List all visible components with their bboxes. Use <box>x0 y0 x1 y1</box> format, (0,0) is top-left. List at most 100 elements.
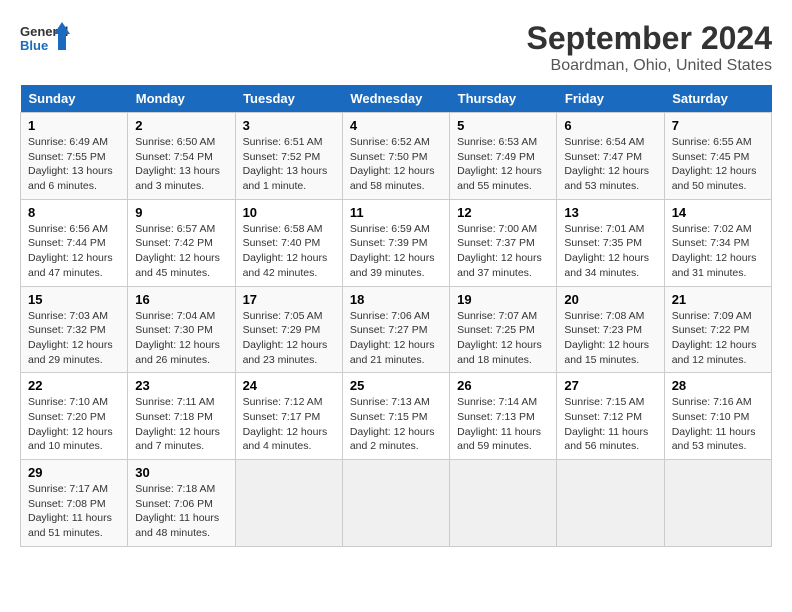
calendar-cell <box>235 460 342 547</box>
day-number: 23 <box>135 378 227 393</box>
calendar-cell: 18Sunrise: 7:06 AM Sunset: 7:27 PM Dayli… <box>342 286 449 373</box>
calendar-cell: 22 Sunrise: 7:10 AM Sunset: 7:20 PM Dayli… <box>21 373 128 460</box>
calendar-cell: 25Sunrise: 7:13 AM Sunset: 7:15 PM Dayli… <box>342 373 449 460</box>
calendar-cell: 4 Sunrise: 6:52 AM Sunset: 7:50 PM Daylig… <box>342 113 449 200</box>
calendar-cell: 8 Sunrise: 6:56 AM Sunset: 7:44 PM Daylig… <box>21 199 128 286</box>
calendar-cell: 16 Sunrise: 7:04 AM Sunset: 7:30 PM Dayli… <box>128 286 235 373</box>
day-info: Sunrise: 7:04 AM Sunset: 7:30 PM Dayligh… <box>135 309 227 368</box>
title-section: September 2024 Boardman, Ohio, United St… <box>527 20 772 75</box>
day-number: 26 <box>457 378 549 393</box>
day-info: Sunrise: 6:56 AM Sunset: 7:44 PM Dayligh… <box>28 222 120 281</box>
day-info: Sunrise: 7:16 AM Sunset: 7:10 PM Dayligh… <box>672 395 764 454</box>
day-info: Sunrise: 6:57 AM Sunset: 7:42 PM Dayligh… <box>135 222 227 281</box>
day-info: Sunrise: 7:06 AM Sunset: 7:27 PM Dayligh… <box>350 309 442 368</box>
day-number: 9 <box>135 205 227 220</box>
day-number: 2 <box>135 118 227 133</box>
header-day-sunday: Sunday <box>21 85 128 113</box>
day-info: Sunrise: 7:11 AM Sunset: 7:18 PM Dayligh… <box>135 395 227 454</box>
calendar-cell: 7 Sunrise: 6:55 AM Sunset: 7:45 PM Daylig… <box>664 113 771 200</box>
day-number: 14 <box>672 205 764 220</box>
calendar-cell: 17Sunrise: 7:05 AM Sunset: 7:29 PM Dayli… <box>235 286 342 373</box>
day-number: 3 <box>243 118 335 133</box>
calendar-cell: 2 Sunrise: 6:50 AM Sunset: 7:54 PM Daylig… <box>128 113 235 200</box>
header-day-tuesday: Tuesday <box>235 85 342 113</box>
day-number: 7 <box>672 118 764 133</box>
day-number: 28 <box>672 378 764 393</box>
calendar-cell: 19 Sunrise: 7:07 AM Sunset: 7:25 PM Dayli… <box>450 286 557 373</box>
day-info: Sunrise: 7:00 AM Sunset: 7:37 PM Dayligh… <box>457 222 549 281</box>
day-number: 4 <box>350 118 442 133</box>
day-number: 13 <box>564 205 656 220</box>
header-day-monday: Monday <box>128 85 235 113</box>
day-info: Sunrise: 7:14 AM Sunset: 7:13 PM Dayligh… <box>457 395 549 454</box>
day-info: Sunrise: 7:09 AM Sunset: 7:22 PM Dayligh… <box>672 309 764 368</box>
svg-text:Blue: Blue <box>20 38 48 53</box>
calendar-cell: 13 Sunrise: 7:01 AM Sunset: 7:35 PM Dayli… <box>557 199 664 286</box>
header-day-saturday: Saturday <box>664 85 771 113</box>
week-row-4: 22 Sunrise: 7:10 AM Sunset: 7:20 PM Dayli… <box>21 373 772 460</box>
calendar-cell: 26 Sunrise: 7:14 AM Sunset: 7:13 PM Dayli… <box>450 373 557 460</box>
day-info: Sunrise: 7:08 AM Sunset: 7:23 PM Dayligh… <box>564 309 656 368</box>
day-number: 20 <box>564 292 656 307</box>
calendar-cell: 10Sunrise: 6:58 AM Sunset: 7:40 PM Dayli… <box>235 199 342 286</box>
day-info: Sunrise: 6:55 AM Sunset: 7:45 PM Dayligh… <box>672 135 764 194</box>
calendar-cell: 30Sunrise: 7:18 AM Sunset: 7:06 PM Dayli… <box>128 460 235 547</box>
calendar-cell: 28 Sunrise: 7:16 AM Sunset: 7:10 PM Dayli… <box>664 373 771 460</box>
day-number: 30 <box>135 465 227 480</box>
subtitle: Boardman, Ohio, United States <box>527 57 772 75</box>
week-row-1: 1 Sunrise: 6:49 AM Sunset: 7:55 PM Daylig… <box>21 113 772 200</box>
day-number: 22 <box>28 378 120 393</box>
calendar-cell: 29 Sunrise: 7:17 AM Sunset: 7:08 PM Dayli… <box>21 460 128 547</box>
calendar-cell: 27 Sunrise: 7:15 AM Sunset: 7:12 PM Dayli… <box>557 373 664 460</box>
day-info: Sunrise: 6:51 AM Sunset: 7:52 PM Dayligh… <box>243 135 335 194</box>
day-number: 5 <box>457 118 549 133</box>
calendar-cell: 3 Sunrise: 6:51 AM Sunset: 7:52 PM Daylig… <box>235 113 342 200</box>
day-info: Sunrise: 6:58 AM Sunset: 7:40 PM Dayligh… <box>243 222 335 281</box>
calendar-cell: 12 Sunrise: 7:00 AM Sunset: 7:37 PM Dayli… <box>450 199 557 286</box>
calendar-table: SundayMondayTuesdayWednesdayThursdayFrid… <box>20 85 772 547</box>
week-row-2: 8 Sunrise: 6:56 AM Sunset: 7:44 PM Daylig… <box>21 199 772 286</box>
day-number: 11 <box>350 205 442 220</box>
day-number: 1 <box>28 118 120 133</box>
calendar-cell: 5 Sunrise: 6:53 AM Sunset: 7:49 PM Daylig… <box>450 113 557 200</box>
day-info: Sunrise: 6:49 AM Sunset: 7:55 PM Dayligh… <box>28 135 120 194</box>
day-info: Sunrise: 7:10 AM Sunset: 7:20 PM Dayligh… <box>28 395 120 454</box>
calendar-cell: 6Sunrise: 6:54 AM Sunset: 7:47 PM Daylig… <box>557 113 664 200</box>
day-info: Sunrise: 7:12 AM Sunset: 7:17 PM Dayligh… <box>243 395 335 454</box>
header-day-friday: Friday <box>557 85 664 113</box>
day-number: 29 <box>28 465 120 480</box>
calendar-cell: 15 Sunrise: 7:03 AM Sunset: 7:32 PM Dayli… <box>21 286 128 373</box>
day-info: Sunrise: 7:13 AM Sunset: 7:15 PM Dayligh… <box>350 395 442 454</box>
day-number: 15 <box>28 292 120 307</box>
day-info: Sunrise: 7:03 AM Sunset: 7:32 PM Dayligh… <box>28 309 120 368</box>
logo: General Blue <box>20 20 70 65</box>
day-number: 19 <box>457 292 549 307</box>
day-info: Sunrise: 7:01 AM Sunset: 7:35 PM Dayligh… <box>564 222 656 281</box>
day-number: 12 <box>457 205 549 220</box>
day-number: 24 <box>243 378 335 393</box>
day-info: Sunrise: 7:15 AM Sunset: 7:12 PM Dayligh… <box>564 395 656 454</box>
day-number: 27 <box>564 378 656 393</box>
day-info: Sunrise: 6:50 AM Sunset: 7:54 PM Dayligh… <box>135 135 227 194</box>
header: General Blue September 2024 Boardman, Oh… <box>20 20 772 75</box>
calendar-cell: 24 Sunrise: 7:12 AM Sunset: 7:17 PM Dayli… <box>235 373 342 460</box>
calendar-cell <box>557 460 664 547</box>
day-number: 16 <box>135 292 227 307</box>
day-number: 8 <box>28 205 120 220</box>
day-info: Sunrise: 7:02 AM Sunset: 7:34 PM Dayligh… <box>672 222 764 281</box>
calendar-cell: 9 Sunrise: 6:57 AM Sunset: 7:42 PM Daylig… <box>128 199 235 286</box>
day-info: Sunrise: 6:53 AM Sunset: 7:49 PM Dayligh… <box>457 135 549 194</box>
day-info: Sunrise: 7:07 AM Sunset: 7:25 PM Dayligh… <box>457 309 549 368</box>
calendar-cell <box>664 460 771 547</box>
day-info: Sunrise: 6:52 AM Sunset: 7:50 PM Dayligh… <box>350 135 442 194</box>
header-row: SundayMondayTuesdayWednesdayThursdayFrid… <box>21 85 772 113</box>
week-row-3: 15 Sunrise: 7:03 AM Sunset: 7:32 PM Dayli… <box>21 286 772 373</box>
day-info: Sunrise: 7:05 AM Sunset: 7:29 PM Dayligh… <box>243 309 335 368</box>
calendar-cell: 20 Sunrise: 7:08 AM Sunset: 7:23 PM Dayli… <box>557 286 664 373</box>
day-info: Sunrise: 7:17 AM Sunset: 7:08 PM Dayligh… <box>28 482 120 541</box>
calendar-cell: 21 Sunrise: 7:09 AM Sunset: 7:22 PM Dayli… <box>664 286 771 373</box>
calendar-cell: 23 Sunrise: 7:11 AM Sunset: 7:18 PM Dayli… <box>128 373 235 460</box>
day-number: 21 <box>672 292 764 307</box>
day-number: 6 <box>564 118 656 133</box>
logo-svg: General Blue <box>20 20 70 65</box>
